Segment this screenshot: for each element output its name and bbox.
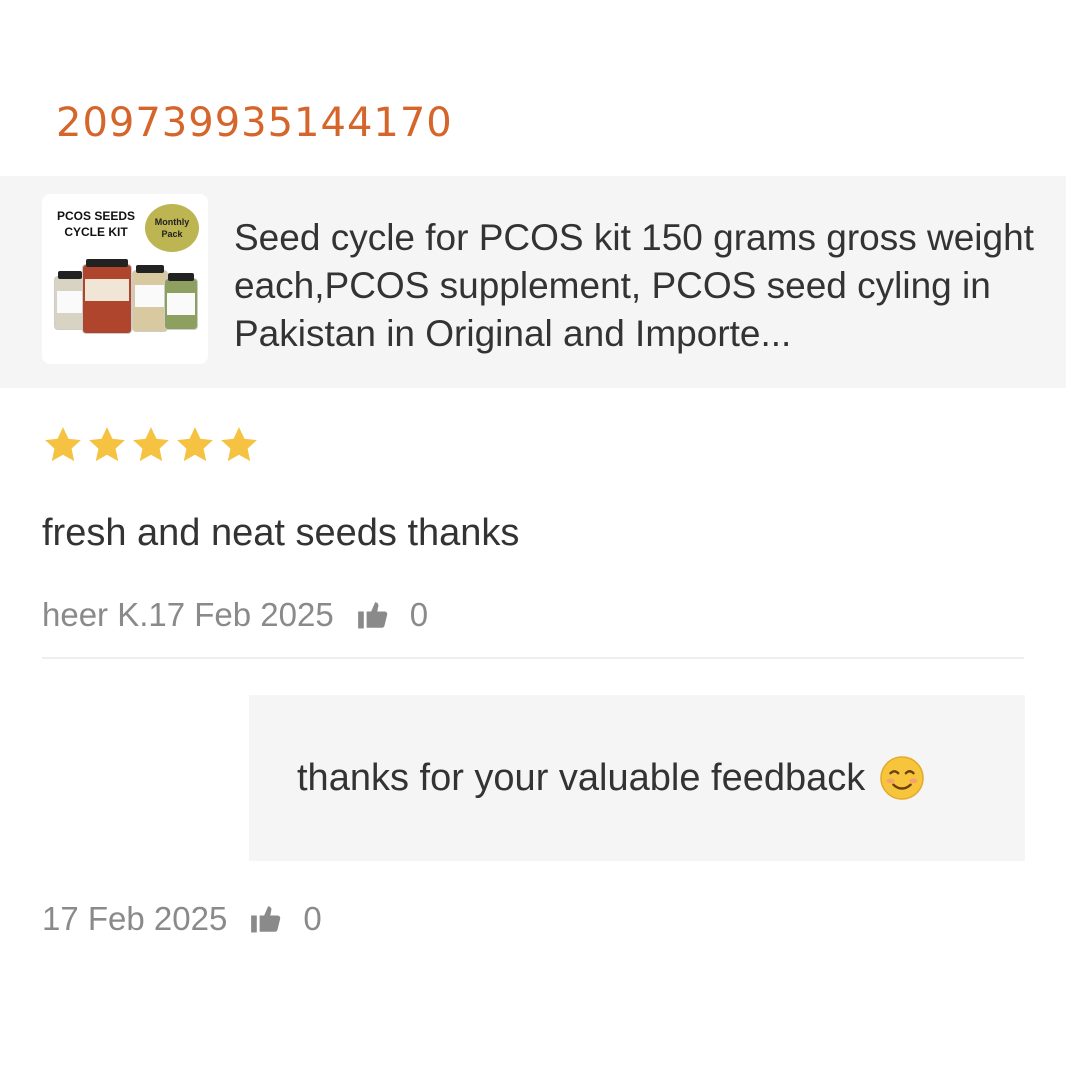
reply-like-count: 0 — [303, 900, 322, 937]
reply-date: 17 Feb 2025 — [42, 900, 228, 937]
star-icon — [177, 427, 213, 462]
reply-text: thanks for your valuable feedback — [297, 756, 866, 799]
thumbs-up-icon[interactable] — [249, 902, 283, 936]
star-icon — [89, 427, 125, 462]
review-author-date: heer K.17 Feb 2025 — [42, 596, 334, 633]
product-card[interactable]: PCOS SEEDS CYCLE KIT Monthly Pack Seed c… — [0, 176, 1066, 388]
thumbnail-badge: Monthly Pack — [145, 204, 199, 252]
divider — [42, 657, 1024, 659]
review-like-count: 0 — [409, 596, 429, 633]
rating-stars — [42, 424, 260, 466]
thumbnail-title: PCOS SEEDS CYCLE KIT — [56, 209, 136, 239]
review-text: fresh and neat seeds thanks — [42, 512, 520, 554]
smiling-face-icon — [880, 756, 925, 800]
star-icon — [221, 427, 257, 462]
product-thumbnail[interactable]: PCOS SEEDS CYCLE KIT Monthly Pack — [42, 194, 208, 364]
order-id: 209739935144170 — [56, 100, 453, 140]
seller-reply: thanks for your valuable feedback — [249, 695, 1025, 861]
star-icon — [133, 427, 169, 462]
thumbs-up-icon[interactable] — [356, 598, 390, 632]
star-icon — [45, 427, 81, 462]
product-title[interactable]: Seed cycle for PCOS kit 150 grams gross … — [234, 214, 1044, 358]
review-meta: heer K.17 Feb 2025 0 — [42, 596, 428, 634]
reply-meta: 17 Feb 2025 0 — [42, 900, 322, 938]
